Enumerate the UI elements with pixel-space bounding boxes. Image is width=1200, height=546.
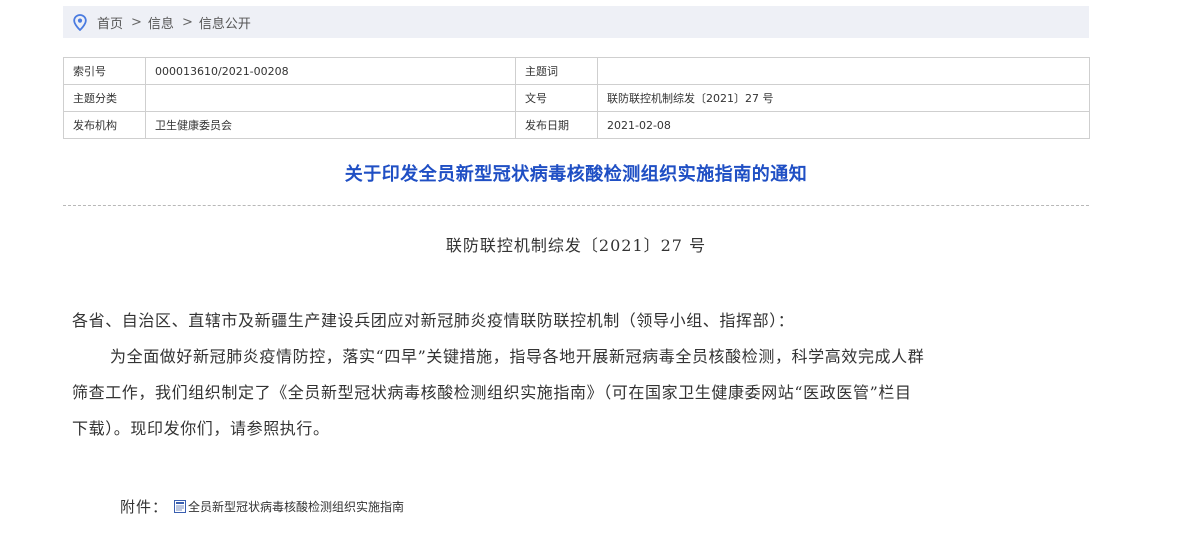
publish-date-value: 2021-02-08 (597, 111, 1090, 139)
breadcrumb-home-link[interactable]: 首页 (97, 13, 123, 32)
index-number-label: 索引号 (63, 57, 146, 85)
table-row: 发布机构 卫生健康委员会 发布日期 2021-02-08 (63, 111, 1090, 139)
breadcrumb: 首页 > 信息 > 信息公开 (63, 6, 1089, 38)
divider (63, 205, 1089, 206)
body-line: 下载）。现印发你们，请参照执行。 (72, 419, 330, 438)
article-body: 各省、自治区、直辖市及新疆生产建设兵团应对新冠肺炎疫情联防联控机制（领导小组、指… (72, 303, 1072, 447)
attachment-label: 附件： (120, 498, 169, 516)
publisher-label: 发布机构 (63, 111, 146, 139)
article-doc-number: 联防联控机制综发〔2021〕27 号 (445, 236, 707, 255)
article-title: 关于印发全员新型冠状病毒核酸检测组织实施指南的通知 (344, 164, 808, 185)
body-line: 为全面做好新冠肺炎疫情防控，落实“四早”关键措施，指导各地开展新冠病毒全员核酸检… (110, 347, 925, 366)
body-line: 筛查工作，我们组织制定了《全员新型冠状病毒核酸检测组织实施指南》（可在国家卫生健… (72, 383, 912, 402)
document-icon (174, 500, 187, 513)
page: 首页 > 信息 > 信息公开 索引号 000013610/2021-00208 … (0, 0, 1200, 546)
doc-number-value: 联防联控机制综发〔2021〕27 号 (597, 84, 1090, 112)
doc-number-label: 文号 (515, 84, 598, 112)
category-value (145, 84, 516, 112)
location-pin-icon (71, 13, 89, 31)
category-label: 主题分类 (63, 84, 146, 112)
keywords-value (597, 57, 1090, 85)
metadata-table: 索引号 000013610/2021-00208 主题词 主题分类 文号 联防联… (63, 57, 1090, 139)
breadcrumb-info-public-link[interactable]: 信息公开 (199, 13, 251, 32)
table-row: 主题分类 文号 联防联控机制综发〔2021〕27 号 (63, 84, 1090, 112)
salutation: 各省、自治区、直辖市及新疆生产建设兵团应对新冠肺炎疫情联防联控机制（领导小组、指… (72, 311, 795, 330)
attachment: 附件： 全员新型冠状病毒核酸检测组织实施指南 (120, 496, 404, 517)
breadcrumb-info-link[interactable]: 信息 (148, 13, 174, 32)
table-row: 索引号 000013610/2021-00208 主题词 (63, 57, 1090, 85)
index-number-value: 000013610/2021-00208 (145, 57, 516, 85)
breadcrumb-separator: > (131, 14, 142, 30)
publisher-value: 卫生健康委员会 (145, 111, 516, 139)
publish-date-label: 发布日期 (515, 111, 598, 139)
breadcrumb-separator: > (181, 14, 193, 30)
keywords-label: 主题词 (515, 57, 598, 85)
attachment-link[interactable]: 全员新型冠状病毒核酸检测组织实施指南 (188, 498, 404, 515)
